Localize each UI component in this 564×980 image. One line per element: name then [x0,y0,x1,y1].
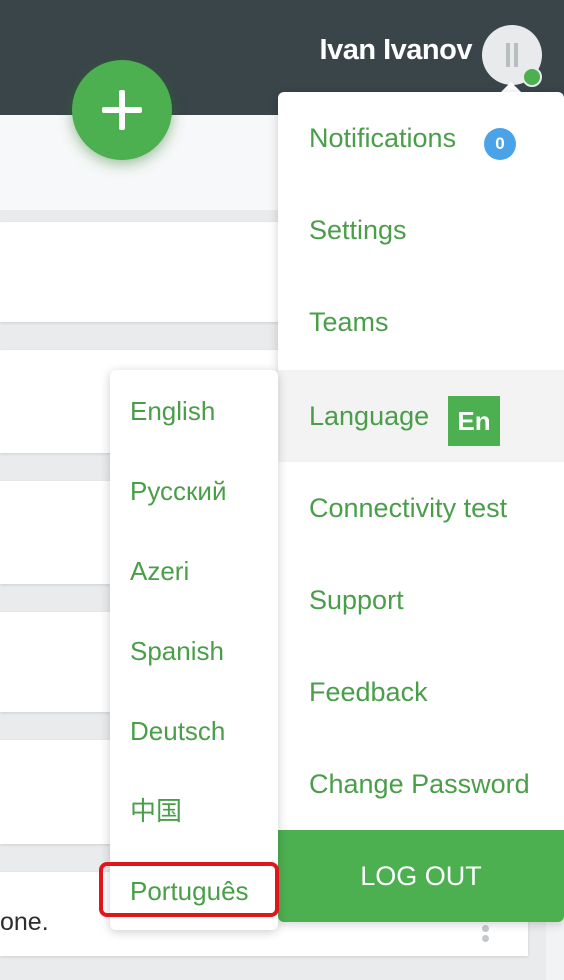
online-status-indicator [522,67,542,87]
notification-count-badge: 0 [484,128,516,160]
menu-item-label: Settings [309,215,407,245]
user-menu: Notifications 0 Settings Teams Language … [278,92,564,922]
menu-item-label: Notifications [309,123,457,153]
menu-item-label: Language [309,401,430,431]
menu-item-label: Teams [309,307,389,337]
language-option-russian[interactable]: Русский [130,466,278,516]
menu-item-language[interactable]: Language En [278,370,564,462]
menu-item-change-password[interactable]: Change Password [278,738,564,830]
language-menu: English Русский Azeri Spanish Deutsch 中国… [110,370,278,930]
pause-icon [504,43,520,67]
language-option-spanish[interactable]: Spanish [130,626,278,676]
highlight-annotation [99,862,279,917]
add-button[interactable] [72,60,172,160]
card-text: one. [0,908,49,936]
current-language-badge: En [448,396,500,446]
menu-item-label: Connectivity test [309,493,508,523]
menu-item-notifications[interactable]: Notifications 0 [278,92,564,184]
menu-item-feedback[interactable]: Feedback [278,646,564,738]
language-option-azeri[interactable]: Azeri [130,546,278,596]
menu-item-label: Change Password [309,769,530,799]
menu-item-label: Feedback [309,677,428,707]
language-option-deutsch[interactable]: Deutsch [130,706,278,756]
user-name[interactable]: Ivan Ivanov [320,34,473,67]
background-card [0,222,300,322]
menu-item-teams[interactable]: Teams [278,276,564,368]
logout-button[interactable]: LOG OUT [278,830,564,922]
menu-item-support[interactable]: Support [278,554,564,646]
language-option-chinese[interactable]: 中国 [130,786,278,836]
menu-item-label: Support [309,585,404,615]
menu-item-settings[interactable]: Settings [278,184,564,276]
language-option-english[interactable]: English [130,386,278,436]
menu-item-connectivity-test[interactable]: Connectivity test [278,462,564,554]
